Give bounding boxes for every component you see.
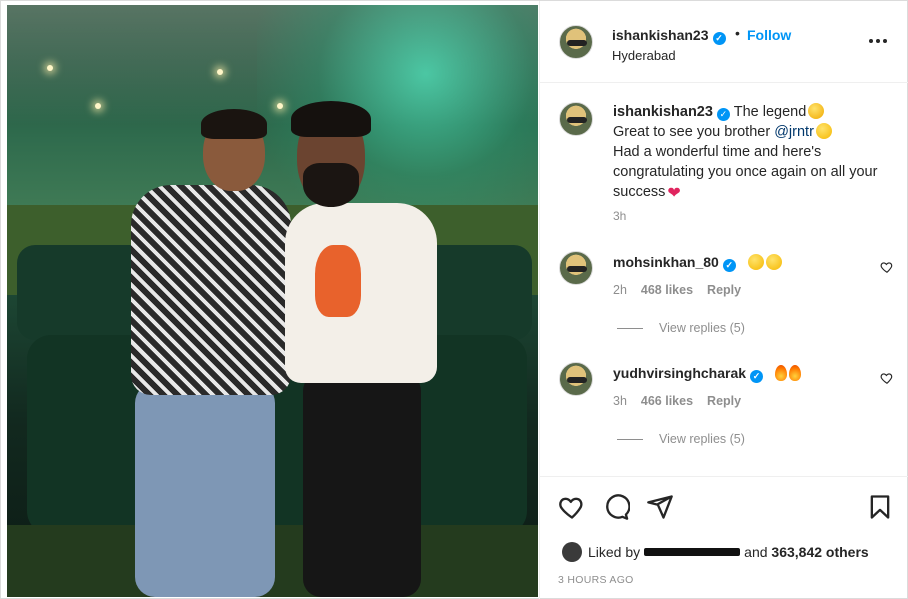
commenter-username: mohsinkhan_80 ✓: [613, 254, 782, 272]
author-username-text[interactable]: ishankishan23: [612, 27, 709, 43]
commenter-avatar[interactable]: [559, 362, 593, 396]
commenter-avatar[interactable]: [559, 251, 593, 285]
liked-by-line: Liked by and 363,842 others: [562, 542, 869, 562]
view-replies-text[interactable]: View replies (5): [659, 321, 745, 335]
comment-reply-button[interactable]: Reply: [707, 283, 741, 297]
follow-button[interactable]: Follow: [747, 27, 791, 43]
comment-time[interactable]: 3h: [613, 394, 627, 408]
caption-time[interactable]: 3h: [613, 209, 626, 223]
author-avatar[interactable]: [559, 25, 593, 59]
comment-likes[interactable]: 468 likes: [641, 283, 693, 297]
view-replies-button[interactable]: View replies (5): [617, 432, 745, 446]
paper-plane-icon[interactable]: [646, 493, 674, 521]
post-location[interactable]: Hyderabad: [612, 48, 676, 63]
fire-emoji-icon: [788, 365, 801, 381]
comment-likes[interactable]: 466 likes: [641, 394, 693, 408]
hugging-face-emoji-icon: [808, 103, 825, 119]
comment-like-heart-icon[interactable]: [880, 371, 894, 385]
post-side-panel: ishankishan23 ✓ • Follow Hyderabad ishank…: [539, 1, 908, 599]
photo-lamp: [95, 103, 101, 109]
post-photo[interactable]: [7, 5, 538, 597]
comment-bubble-icon[interactable]: [602, 493, 630, 521]
post-actions: Liked by and 363,842 others 3 HOURS AGO: [540, 476, 908, 599]
view-replies-button[interactable]: View replies (5): [617, 321, 745, 335]
caption-line-2: Great to see you brother: [613, 124, 775, 140]
smiling-face-emoji-icon: [815, 123, 832, 139]
liked-by-others[interactable]: 363,842 others: [771, 544, 868, 560]
author-username[interactable]: ishankishan23 ✓: [612, 27, 726, 45]
star-struck-emoji-icon: [747, 254, 764, 270]
liked-by-prefix: Liked by: [588, 544, 641, 560]
redacted-username: [644, 548, 741, 556]
view-replies-line: [617, 438, 643, 440]
bookmark-icon[interactable]: [866, 493, 894, 521]
caption-avatar[interactable]: [559, 102, 593, 136]
star-struck-emoji-icon: [765, 254, 782, 270]
caption-text: ishankishan23 ✓ The legend Great to see y…: [613, 102, 898, 202]
photo-lamp: [217, 69, 223, 75]
comment-meta: 3h 466 likes Reply: [613, 394, 741, 408]
comment-meta: 2h 468 likes Reply: [613, 283, 741, 297]
comment-reply-button[interactable]: Reply: [707, 394, 741, 408]
comment-like-heart-icon[interactable]: [880, 260, 894, 274]
separator-dot: •: [735, 25, 740, 41]
liker-avatar[interactable]: [562, 542, 582, 562]
red-heart-emoji-icon: ❤: [667, 185, 681, 202]
caption-mention[interactable]: @jrntr: [774, 124, 814, 140]
liked-by-and: and: [744, 544, 768, 560]
fire-emoji-icon: [774, 365, 787, 381]
comment-time[interactable]: 2h: [613, 283, 627, 297]
commenter-username-text[interactable]: mohsinkhan_80: [613, 254, 719, 270]
caption-line-3: Had a wonderful time and here's congratu…: [613, 144, 878, 200]
verified-badge-icon: ✓: [712, 32, 726, 45]
view-replies-line: [617, 327, 643, 329]
commenter-username-text[interactable]: yudhvirsinghcharak: [613, 365, 746, 381]
post-timestamp[interactable]: 3 HOURS AGO: [558, 574, 634, 586]
heart-outline-icon[interactable]: [558, 493, 586, 521]
photo-person-left: [125, 109, 295, 597]
post-header: ishankishan23 ✓ • Follow Hyderabad: [540, 1, 908, 83]
verified-badge-icon: ✓: [716, 108, 730, 121]
commenter-username: yudhvirsinghcharak ✓: [613, 365, 801, 383]
instagram-post: ishankishan23 ✓ • Follow Hyderabad ishank…: [0, 0, 908, 599]
view-replies-text[interactable]: View replies (5): [659, 432, 745, 446]
verified-badge-icon: ✓: [722, 259, 736, 272]
caption-line-1: The legend: [733, 104, 807, 120]
photo-person-right: [277, 101, 447, 597]
caption-username[interactable]: ishankishan23: [613, 104, 713, 120]
photo-lamp: [47, 65, 53, 71]
verified-badge-icon: ✓: [750, 370, 764, 383]
more-horizontal-icon[interactable]: [867, 31, 889, 51]
